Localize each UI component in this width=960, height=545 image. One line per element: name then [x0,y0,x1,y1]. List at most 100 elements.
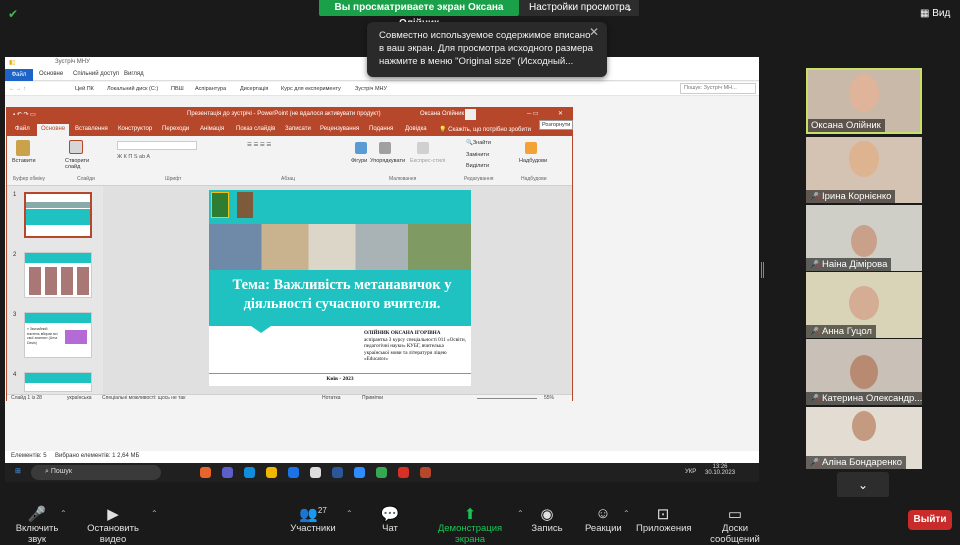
breadcrumb-item[interactable]: Зустріч МНУ [355,86,387,92]
font-family-select[interactable] [117,141,197,150]
zoom-slider[interactable] [477,398,537,399]
chevron-up-icon[interactable]: ⌃ [151,509,158,518]
slide-thumbnail[interactable]: « Звичайний вчитель вбирає всі свої знан… [24,312,92,358]
breadcrumb-item[interactable]: Цей ПК [75,86,94,92]
pdf-icon[interactable] [398,467,409,478]
explorer-tab-view[interactable]: Вигляд [124,71,144,77]
tell-me-search[interactable]: 💡 Скажіть, що потрібно зробити [439,126,531,133]
chevron-up-icon[interactable]: ⌃ [60,509,67,518]
avatar[interactable] [465,109,476,120]
comments-button[interactable]: Примітки [362,395,383,401]
file-explorer-icon[interactable] [266,467,277,478]
tab-design[interactable]: Конструктор [118,126,152,132]
slide-thumbnail[interactable] [24,192,92,238]
participant-tile[interactable]: 🎤̸ Катерина Олександр... [806,339,922,405]
chat-button[interactable]: 💬 Чат [378,505,402,534]
powerpoint-window: ▪ ↶ ↷ ▭ Презентація до зустрічі - PowerP… [6,107,574,402]
taskbar-search[interactable]: ⌕ Пошук [31,465,161,480]
tab-record[interactable]: Записати [285,126,311,132]
slide-thumbnail[interactable] [24,372,92,392]
explorer-tab-home[interactable]: Основне [39,71,63,77]
view-button[interactable]: ▦ Вид [920,8,950,19]
tab-animations[interactable]: Анімація [200,126,224,132]
chat-icon: 💬 [380,506,400,523]
participants-button[interactable]: 👥27 Участники [290,505,336,534]
tab-insert[interactable]: Вставлення [75,126,108,132]
tab-transitions[interactable]: Переходи [162,126,189,132]
breadcrumb-item[interactable]: ПВШ [171,86,184,92]
quick-styles-icon[interactable] [417,142,429,154]
participant-tile[interactable]: 🎤̸ Анна Гуцол [806,272,922,338]
record-button[interactable]: ◉ Запись [531,505,563,534]
participant-tile[interactable]: 🎤̸ Аліна Бондаренко [806,407,922,469]
notes-button[interactable]: Нотатка [322,395,341,401]
font-format-buttons[interactable]: Ж К П S ab A [117,154,202,160]
zoom-level[interactable]: 55% [544,395,554,401]
powerpoint-icon[interactable] [420,467,431,478]
slide-thumbnail[interactable] [24,252,92,298]
tab-view[interactable]: Подання [369,126,393,132]
share-screen-button[interactable]: ⬆ Демонстрация экрана [424,505,516,545]
breadcrumb-item[interactable]: Дисертація [240,86,268,92]
breadcrumb-item[interactable]: Локальний диск (C:) [107,86,158,92]
clock[interactable]: 13:26 30.10.2023 [705,464,735,476]
window-controls-icon[interactable]: ─ ▭ [527,110,539,117]
explorer-tab-file[interactable]: Файл [5,69,33,81]
participant-tile[interactable]: Оксана Олійник [806,68,922,134]
address-bar[interactable]: ← → ↑ Цей ПК Локальний диск (C:) ПВШ Асп… [5,82,759,96]
app-icon[interactable] [310,467,321,478]
breadcrumb-item[interactable]: Курс для експерименту [281,86,341,92]
apps-button[interactable]: ⊡ Приложения [636,505,692,534]
ppt-user-name: Оксана Олійник [420,111,465,117]
close-icon[interactable]: ✕ [589,26,599,39]
nav-arrows-icon[interactable]: ← → ↑ [9,86,26,92]
breadcrumb-item[interactable]: Аспірантура [195,86,226,92]
participant-tile[interactable]: 🎤̸ Ірина Корнієнко [806,137,922,203]
app-icon[interactable] [200,467,211,478]
replace-button[interactable]: Замінити [466,152,489,158]
gallery-resize-handle[interactable] [761,262,764,278]
accessibility-status[interactable]: Спеціальні можливості: щось не так [102,395,185,401]
tab-home[interactable]: Основне [37,124,70,136]
tab-review[interactable]: Рецензування [320,126,359,132]
zoom-icon[interactable] [354,467,365,478]
keyboard-language[interactable]: УКР [685,469,696,475]
language[interactable]: українська [67,395,92,401]
chevron-up-icon[interactable]: ⌃ [346,509,353,518]
stop-video-button[interactable]: ▶ Остановить видео [75,505,151,545]
paste-icon[interactable] [16,140,30,156]
addins-icon[interactable] [525,142,537,154]
close-icon[interactable]: ✕ [558,110,563,117]
arrange-icon[interactable] [379,142,391,154]
explorer-search-input[interactable]: Пошук: Зустріч МН... [680,83,756,94]
tab-slideshow[interactable]: Показ слайдів [236,126,275,132]
chevron-up-icon[interactable]: ⌃ [623,509,630,518]
security-shield-icon[interactable]: ✔ [8,7,22,21]
current-slide[interactable]: Тема: Важливість метанавичок у діяльност… [209,190,471,386]
app-icon[interactable] [288,467,299,478]
view-options-button[interactable]: Настройки просмотра ⌄ [519,0,639,16]
paragraph-buttons[interactable]: ☰ ☰ ☰ ☰ [247,142,307,148]
explorer-tab-share[interactable]: Спільний доступ [73,71,119,77]
leave-button[interactable]: Выйти [908,510,952,530]
shapes-icon[interactable] [355,142,367,154]
edge-icon[interactable] [244,467,255,478]
whiteboards-button[interactable]: ▭ Доски сообщений [698,505,772,545]
windows-start-icon[interactable]: ⊞ [15,467,21,475]
find-button[interactable]: 🔍Знайти [466,140,491,146]
word-icon[interactable] [332,467,343,478]
app-icon[interactable] [222,467,233,478]
select-button[interactable]: Виділити [466,163,489,169]
unmute-button[interactable]: 🎤 Включить звук [6,505,68,545]
chrome-icon[interactable] [376,467,387,478]
participant-tile[interactable]: 🎤̸ Наіна Дімірова [806,205,922,271]
tab-file[interactable]: Файл [15,126,30,132]
explorer-status-bar: Елементів: 5 Вибрано елементів: 1 2,64 М… [5,451,759,463]
chevron-up-icon[interactable]: ⌃ [517,509,524,518]
participant-name-label: 🎤̸ Наіна Дімірова [806,258,892,271]
gallery-scroll-down-button[interactable]: ⌄ [837,472,889,498]
tab-help[interactable]: Довідка [405,126,427,132]
quick-access-icons[interactable]: ▪ ↶ ↷ ▭ [13,111,36,118]
new-slide-icon[interactable] [69,140,83,154]
reactions-button[interactable]: ☺ Реакции [585,505,622,534]
